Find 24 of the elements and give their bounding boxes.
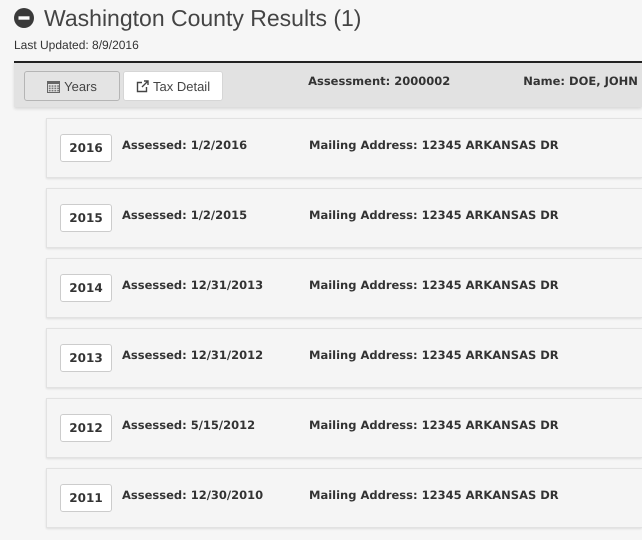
assessed-date-text: Assessed: 12/31/2013 <box>122 278 264 292</box>
year-button[interactable]: 2014 <box>60 274 112 302</box>
assessed-date-text: Assessed: 1/2/2016 <box>122 138 248 152</box>
year-button[interactable]: 2012 <box>60 414 112 442</box>
assessed-date-text: Assessed: 1/2/2015 <box>122 208 248 222</box>
year-button[interactable]: 2016 <box>60 134 112 162</box>
tax-detail-button[interactable]: Tax Detail <box>123 71 224 101</box>
assessed-date-text: Assessed: 5/15/2012 <box>122 418 256 432</box>
year-button[interactable]: 2013 <box>60 344 112 372</box>
year-button[interactable]: 2011 <box>60 484 112 512</box>
mailing-address-text: Mailing Address: 12345 ARKANSAS DR <box>309 278 559 292</box>
last-updated-text: Last Updated: 8/9/2016 <box>14 38 140 52</box>
mailing-address-text: Mailing Address: 12345 ARKANSAS DR <box>309 138 559 152</box>
mailing-address-text: Mailing Address: 12345 ARKANSAS DR <box>309 348 559 362</box>
mailing-address-text: Mailing Address: 12345 ARKANSAS DR <box>309 488 559 502</box>
years-button[interactable]: Years <box>24 71 120 101</box>
results-title: Washington County Results (1) <box>44 4 362 32</box>
mailing-address-text: Mailing Address: 12345 ARKANSAS DR <box>309 208 559 222</box>
assessed-date-text: Assessed: 12/31/2012 <box>122 348 264 362</box>
year-button[interactable]: 2015 <box>60 204 112 232</box>
mailing-address-text: Mailing Address: 12345 ARKANSAS DR <box>309 418 559 432</box>
assessment-text: Assessment: 2000002 <box>308 74 450 88</box>
owner-name-text: Name: DOE, JOHN <box>523 74 638 88</box>
assessed-date-text: Assessed: 12/30/2010 <box>122 488 264 502</box>
